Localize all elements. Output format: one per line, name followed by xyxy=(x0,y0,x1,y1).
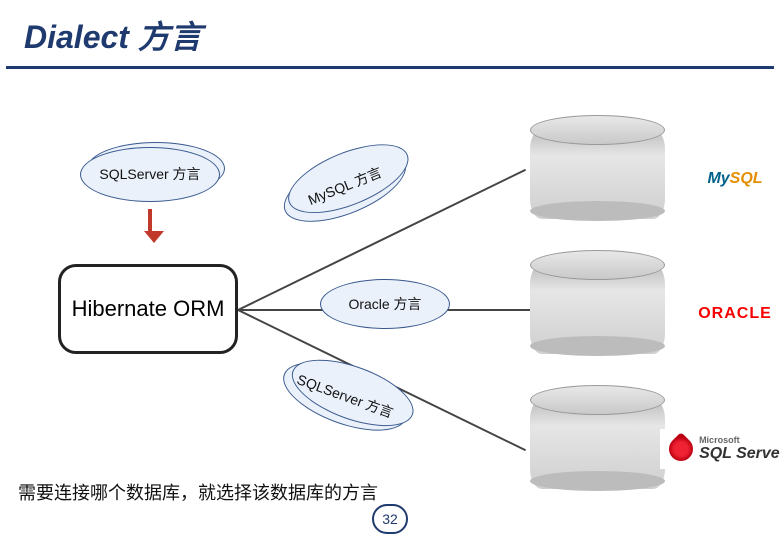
database-cylinder-oracle xyxy=(530,264,665,354)
oracle-logo: ORACLE xyxy=(675,294,780,334)
mysql-logo-part2: SQL xyxy=(730,170,763,188)
sqlserver-vendor-text: Microsoft xyxy=(699,435,780,445)
sqlserver-name-text: SQL Server xyxy=(699,445,780,462)
diagram-canvas: MySQL ORACLE Microsoft SQL Server MySQL … xyxy=(0,69,780,509)
sqlserver-flag-icon xyxy=(664,432,698,466)
sqlserver-logo: Microsoft SQL Server xyxy=(660,429,780,469)
mysql-logo: MySQL xyxy=(675,159,780,199)
bottom-note: 需要连接哪个数据库，就选择该数据库的方言 xyxy=(18,479,378,505)
page-number: 32 xyxy=(372,504,408,534)
badge-sqlserver-dialect-bottom: SQLServer 方言 xyxy=(275,348,416,444)
mysql-logo-part1: My xyxy=(707,170,729,188)
arrow-down-icon xyxy=(148,209,152,233)
database-cylinder-mysql xyxy=(530,129,665,219)
badge-mysql-dialect: MySQL 方言 xyxy=(274,137,415,237)
badge-sqlserver-dialect-top: SQLServer 方言 xyxy=(80,147,220,202)
database-cylinder-sqlserver xyxy=(530,399,665,489)
badge-oracle-dialect: Oracle 方言 xyxy=(320,279,450,329)
page-title: Dialect 方言 xyxy=(6,0,774,69)
hibernate-orm-box: Hibernate ORM xyxy=(58,264,238,354)
